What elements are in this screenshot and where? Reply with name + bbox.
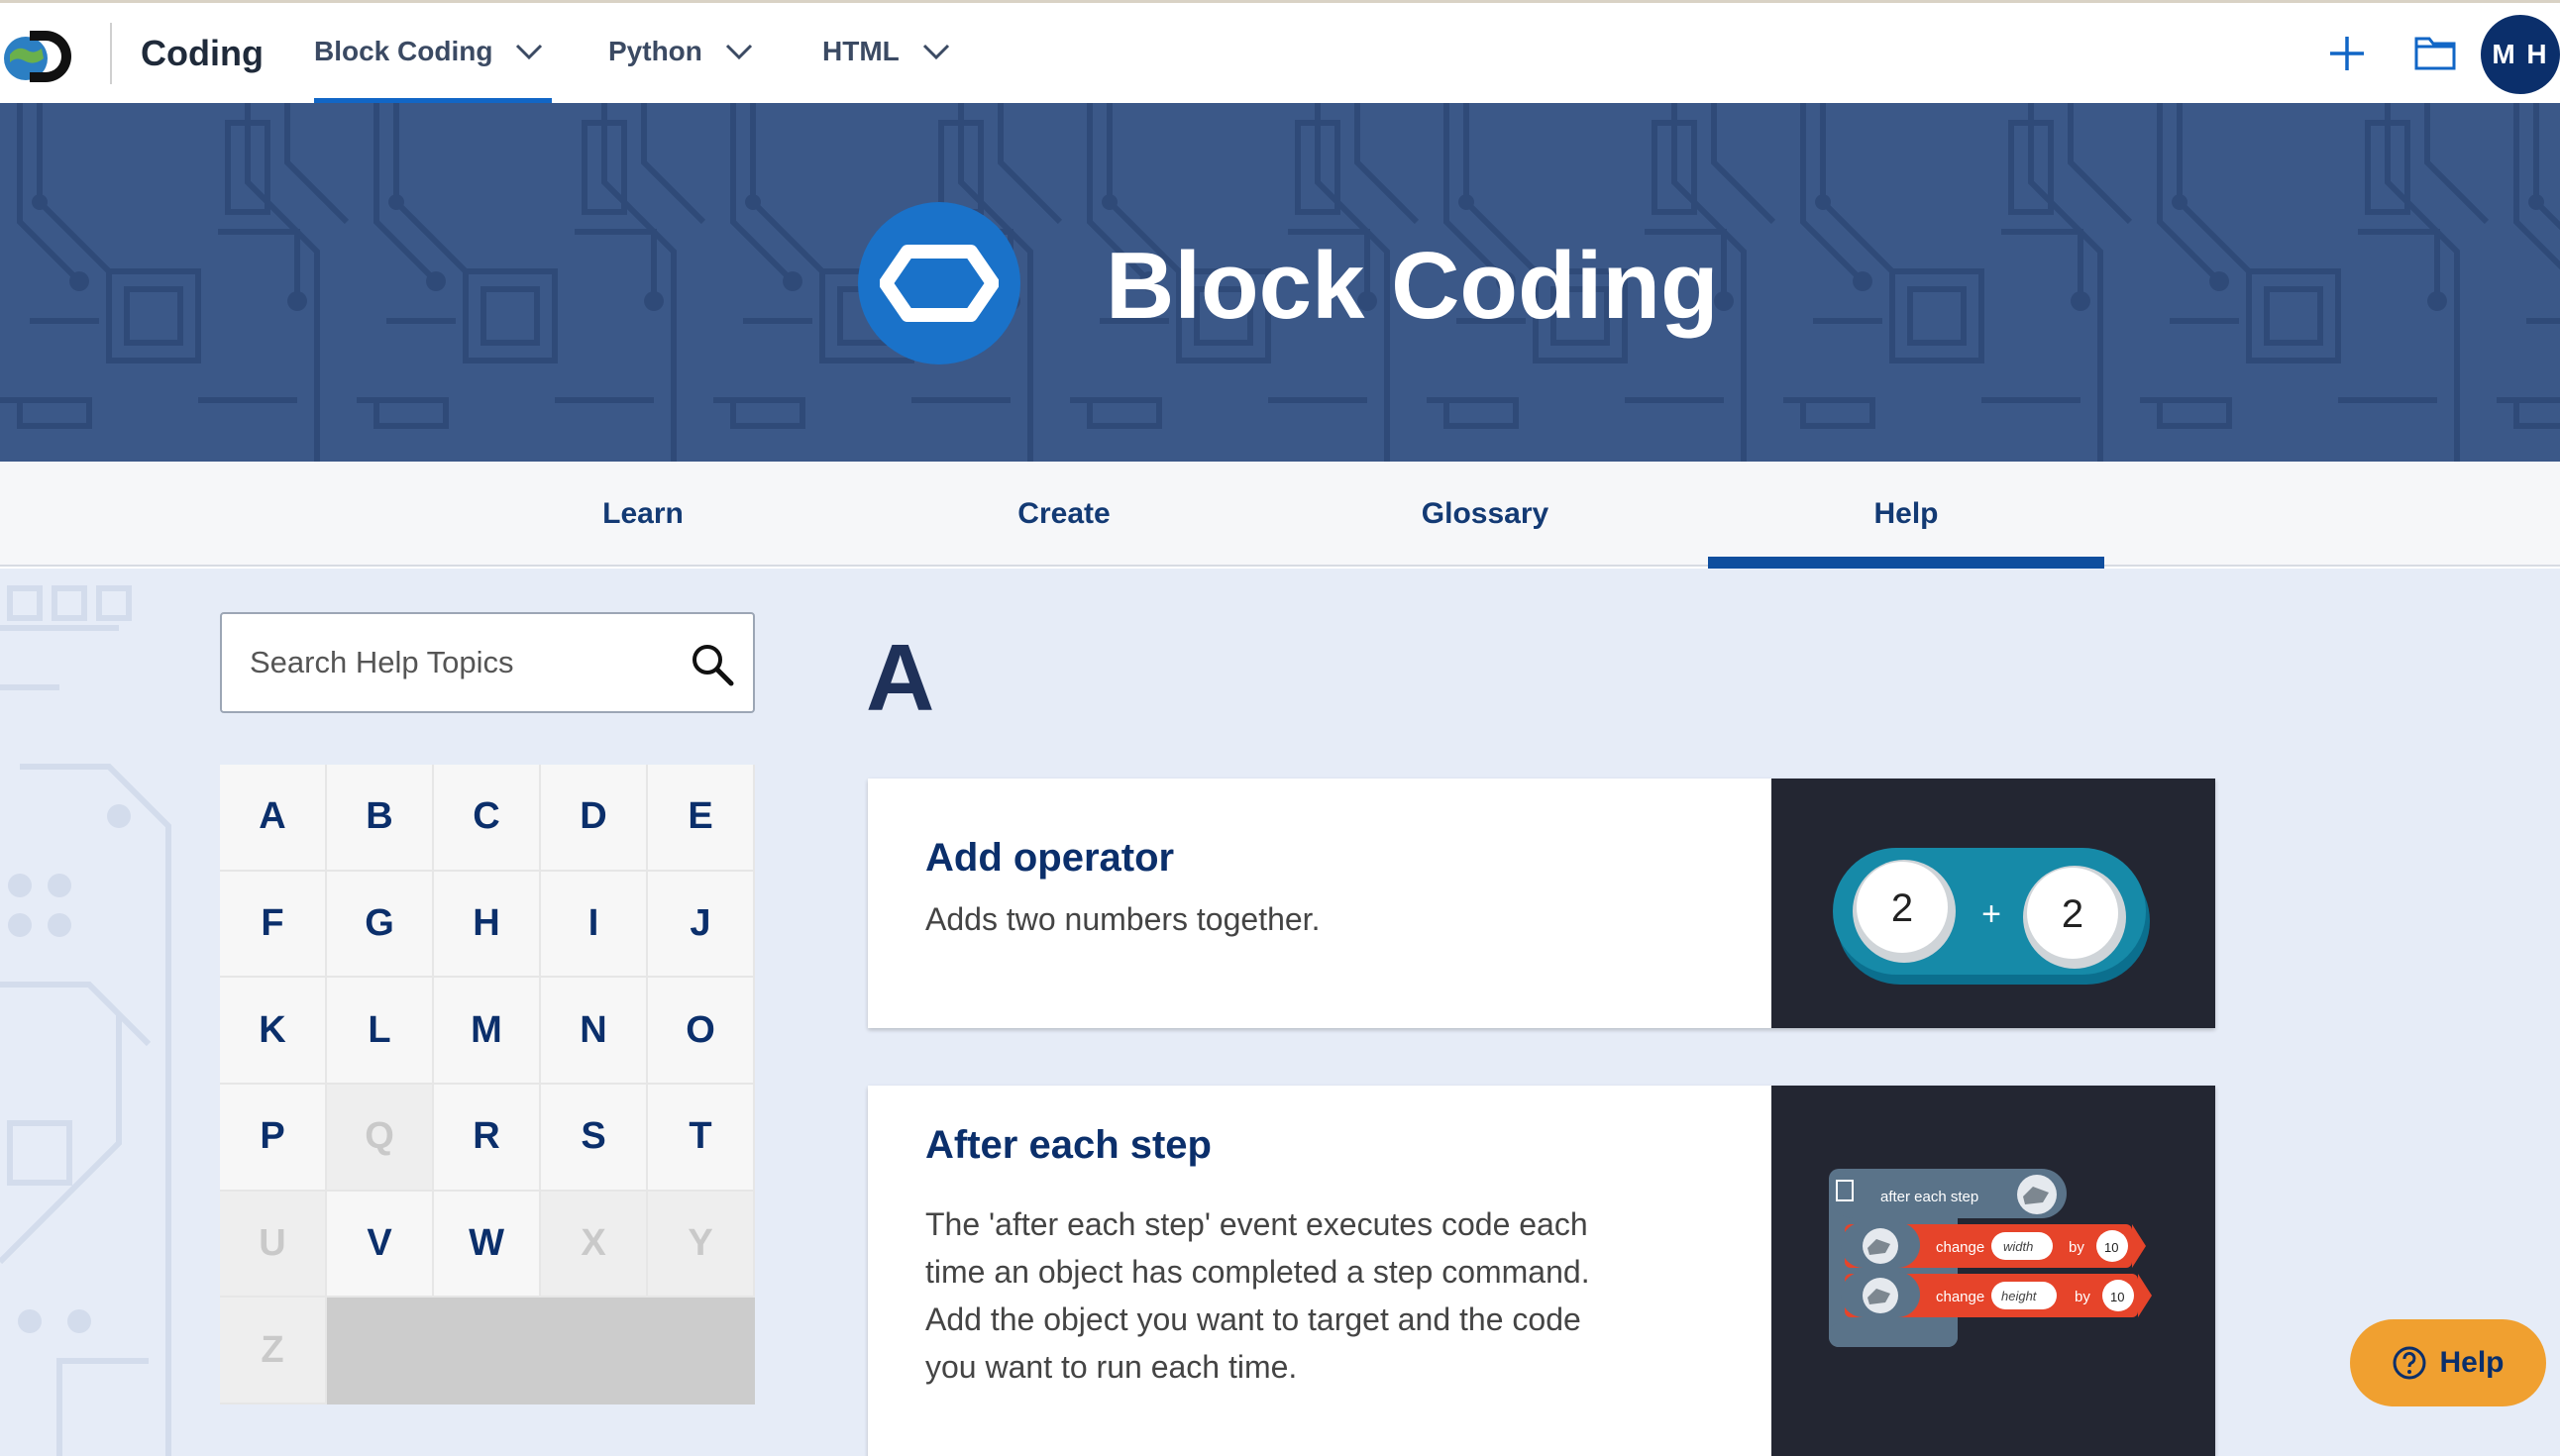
description-line: time an object has completed a step comm… (925, 1254, 1590, 1290)
card-title[interactable]: Add operator (925, 836, 1174, 881)
letter-o[interactable]: O (648, 978, 755, 1085)
chevron-down-icon (516, 44, 543, 60)
brand-title[interactable]: Coding (141, 33, 264, 74)
tab-create[interactable]: Create (866, 462, 1262, 567)
letter-q: Q (327, 1084, 434, 1192)
nav-item-label: Python (608, 36, 702, 66)
block-value: 10 (2110, 1290, 2124, 1304)
letter-d[interactable]: D (541, 765, 648, 872)
letter-u: U (220, 1191, 327, 1299)
letter-r[interactable]: R (434, 1084, 541, 1192)
help-button[interactable]: Help (2350, 1319, 2546, 1406)
block-by: by (2075, 1289, 2090, 1305)
letter-s[interactable]: S (541, 1084, 648, 1192)
letter-f[interactable]: F (220, 871, 327, 979)
tab-glossary[interactable]: Glossary (1287, 462, 1683, 567)
question-circle-icon (2393, 1346, 2426, 1380)
alphabet-grid-filler (327, 1298, 755, 1404)
help-card-after-each-step[interactable]: After each step The 'after each step' ev… (868, 1086, 2215, 1456)
chevron-down-icon (725, 44, 752, 60)
chevron-down-icon (922, 44, 949, 60)
card-description: The 'after each step' event executes cod… (925, 1200, 1590, 1391)
plus-icon[interactable] (2326, 33, 2368, 74)
letter-y: Y (648, 1191, 755, 1299)
letter-g[interactable]: G (327, 871, 434, 979)
block-action: change (1936, 1289, 1984, 1305)
nav-item-python[interactable]: Python (608, 36, 754, 67)
block-action: change (1936, 1239, 1984, 1256)
letter-p[interactable]: P (220, 1084, 327, 1192)
letter-x: X (541, 1191, 648, 1299)
search-input[interactable] (250, 645, 666, 680)
letter-b[interactable]: B (327, 765, 434, 872)
avatar[interactable]: M H (2481, 15, 2560, 94)
section-heading-letter: A (866, 625, 935, 731)
letter-k[interactable]: K (220, 978, 327, 1085)
tab-help[interactable]: Help (1708, 462, 2104, 569)
nav-item-block-coding[interactable]: Block Coding (314, 36, 544, 67)
help-card-add-operator[interactable]: Add operator Adds two numbers together. … (868, 779, 2215, 1028)
letter-a[interactable]: A (220, 765, 327, 872)
folder-icon[interactable] (2413, 33, 2457, 72)
description-line: The 'after each step' event executes cod… (925, 1206, 1588, 1242)
letter-v[interactable]: V (327, 1191, 434, 1299)
block-coding-icon (858, 202, 1020, 364)
event-label: after each step (1880, 1189, 1978, 1205)
nav-item-label: Block Coding (314, 36, 493, 66)
card-title[interactable]: After each step (925, 1123, 1212, 1168)
hero-banner: Block Coding (0, 103, 2560, 462)
top-navigation: Coding Block Coding Python HTML M H (0, 0, 2560, 105)
description-line: you want to run each time. (925, 1349, 1298, 1385)
help-button-label: Help (2439, 1346, 2505, 1379)
letter-l[interactable]: L (327, 978, 434, 1085)
letter-m[interactable]: M (434, 978, 541, 1085)
description-line: Add the object you want to target and th… (925, 1301, 1581, 1337)
nav-item-html[interactable]: HTML (822, 36, 951, 67)
letter-w[interactable]: W (434, 1191, 541, 1299)
letter-j[interactable]: J (648, 871, 755, 979)
card-description: Adds two numbers together. (925, 901, 1321, 937)
right-operand: 2 (2062, 892, 2083, 936)
letter-h[interactable]: H (434, 871, 541, 979)
block-by: by (2069, 1239, 2084, 1256)
left-operand: 2 (1891, 886, 1913, 930)
section-tabs: Learn Create Glossary Help (0, 462, 2560, 569)
tab-learn[interactable]: Learn (445, 462, 841, 567)
page-title: Block Coding (1106, 233, 1719, 339)
search-icon[interactable] (690, 642, 735, 687)
letter-e[interactable]: E (648, 765, 755, 872)
letter-t[interactable]: T (648, 1084, 755, 1192)
operator-symbol: + (1981, 895, 2001, 933)
letter-i[interactable]: I (541, 871, 648, 979)
search-box[interactable] (220, 612, 755, 713)
block-value: 10 (2104, 1240, 2118, 1255)
letter-c[interactable]: C (434, 765, 541, 872)
block-property: width (2003, 1239, 2033, 1254)
alphabet-index: ABCDE FGHIJ KLMNO PQRST UVWXY Z (220, 765, 755, 1404)
nav-item-label: HTML (822, 36, 900, 66)
letter-n[interactable]: N (541, 978, 648, 1085)
after-each-step-block-image: after each step change width by 10 chang… (1771, 1086, 2215, 1456)
letter-z: Z (220, 1298, 327, 1404)
block-property: height (2001, 1289, 2038, 1303)
logo-separator (110, 23, 112, 84)
help-content: ABCDEFGHIJKLMNOPQRSTUVWXYZ A Add operato… (0, 569, 2560, 1456)
add-operator-block-image: 2 + 2 (1771, 779, 2215, 1028)
discovery-logo-icon[interactable] (0, 21, 83, 90)
